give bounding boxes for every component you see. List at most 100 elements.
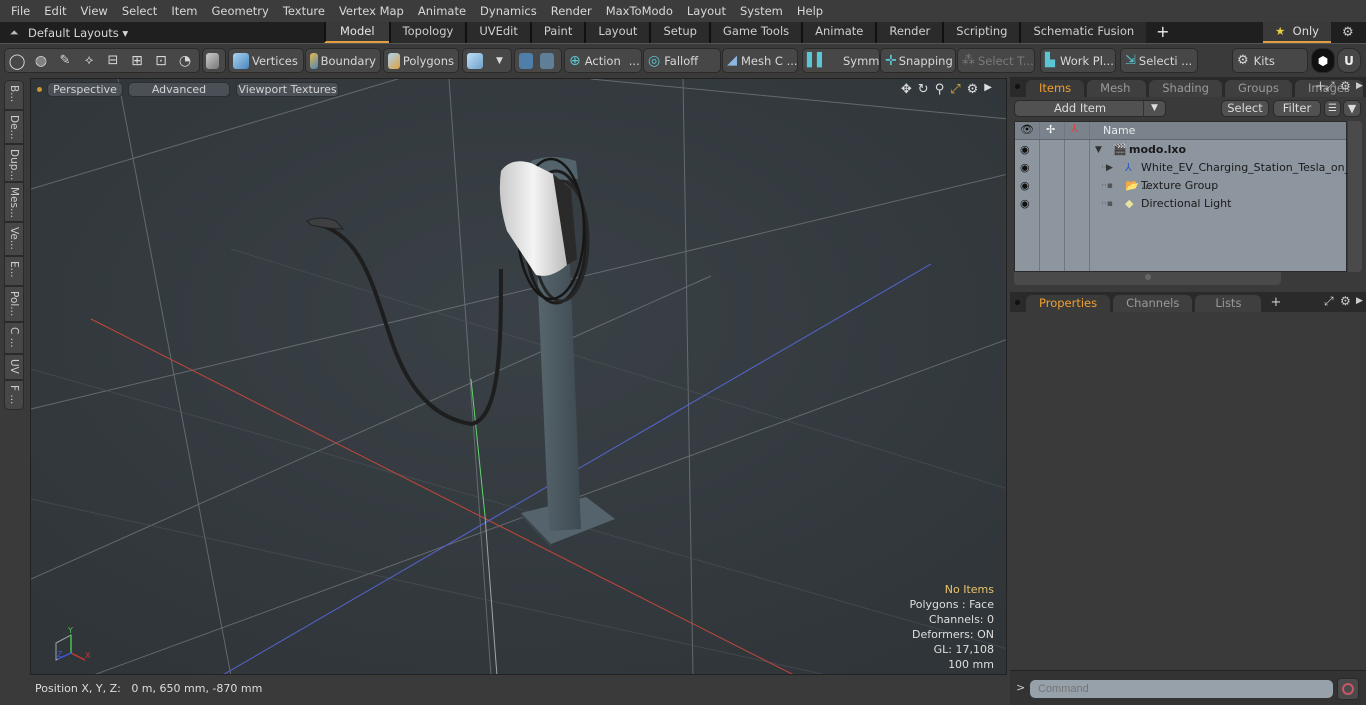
move-icon[interactable]: ✥ — [901, 82, 912, 97]
arrow-right-icon[interactable]: ▶ — [984, 82, 992, 97]
tree-expander[interactable]: ▶ — [1106, 159, 1113, 177]
left-tab-polygon[interactable]: Pol... — [4, 286, 24, 322]
menu-maxtomodo[interactable]: MaxToModo — [599, 0, 680, 22]
tab-properties[interactable]: Properties — [1026, 295, 1111, 312]
menu-help[interactable]: Help — [790, 0, 830, 22]
eye-icon[interactable]: ◉ — [1020, 141, 1034, 159]
uv-cross-icon[interactable]: ⊞ — [125, 53, 149, 69]
visibility-column[interactable]: 👁 — [1015, 122, 1040, 139]
left-tab-edge[interactable]: E... — [4, 256, 24, 286]
menu-texture[interactable]: Texture — [276, 0, 332, 22]
item-mode-dropdown[interactable]: ▼ — [462, 48, 512, 73]
tab-render[interactable]: Render — [875, 22, 943, 43]
gear-icon[interactable]: ⚙ — [1340, 294, 1351, 308]
tree-row-texture-group[interactable]: ◉ ··▪ 📂 Texture Group — [1015, 177, 1346, 195]
menu-dynamics[interactable]: Dynamics — [473, 0, 544, 22]
action-center-button[interactable]: ⊕ Action... — [564, 48, 642, 73]
funnel-filter-icon[interactable]: ▼ — [1343, 100, 1361, 117]
tab-topology[interactable]: Topology — [388, 22, 466, 43]
record-button[interactable] — [1337, 678, 1359, 700]
tree-row-scene[interactable]: ◉ ▼ 🎬 modo.lxo — [1015, 141, 1346, 159]
filter-button[interactable]: Filter — [1273, 100, 1321, 117]
left-tab-deform[interactable]: De... — [4, 110, 24, 144]
tree-vertical-scrollbar[interactable] — [1348, 121, 1362, 272]
menu-layout[interactable]: Layout — [680, 0, 733, 22]
tab-game-tools[interactable]: Game Tools — [708, 22, 802, 43]
boundary-button[interactable]: Boundary — [305, 48, 381, 73]
left-tab-duplicate[interactable]: Dup... — [4, 144, 24, 182]
menu-view[interactable]: View — [74, 0, 115, 22]
menu-render[interactable]: Render — [544, 0, 599, 22]
tree-row-mesh[interactable]: ◉ ··· ▶ ⅄ White_EV_Charging_Station_Tesl… — [1015, 159, 1350, 192]
menu-animate[interactable]: Animate — [411, 0, 473, 22]
lock-column[interactable]: ✢ — [1040, 122, 1065, 139]
symmetry-button[interactable]: ▌▌ Symm ... — [802, 48, 880, 73]
add-item-button[interactable]: Add Item ▼ — [1014, 100, 1166, 117]
select-through-button[interactable]: ⁂ Select T... — [957, 48, 1035, 73]
viewport-textures-button[interactable]: Viewport Textures — [236, 82, 339, 97]
gear-icon[interactable]: ⚙ — [967, 82, 979, 97]
left-tab-basic[interactable]: B... — [4, 80, 24, 110]
rotate-icon[interactable]: ↻ — [918, 82, 929, 97]
tab-model[interactable]: Model — [324, 22, 389, 43]
3d-viewport[interactable]: Y X Z Perspective Advanced Viewport Text… — [30, 78, 1007, 675]
eye-icon[interactable]: ◉ — [1020, 195, 1034, 213]
select-button[interactable]: Select — [1221, 100, 1269, 117]
zoom-icon[interactable]: ⚲ — [935, 82, 945, 97]
collapse-up-icon[interactable]: ⏶ — [0, 26, 28, 40]
perspective-button[interactable]: Perspective — [47, 82, 123, 97]
align-icon[interactable]: ⊟ — [101, 53, 125, 68]
advanced-button[interactable]: Advanced — [128, 82, 230, 97]
tab-animate[interactable]: Animate — [801, 22, 876, 43]
unreal-button[interactable]: U — [1337, 48, 1361, 73]
add-tab-button[interactable]: + — [1270, 294, 1281, 312]
menu-system[interactable]: System — [733, 0, 790, 22]
frame-icon[interactable]: ⊡ — [149, 53, 173, 69]
name-column-header[interactable]: Name — [1103, 124, 1135, 137]
type-column[interactable]: ⅄ — [1065, 122, 1090, 139]
center-icon[interactable] — [519, 52, 533, 69]
shaded-cube-button[interactable] — [202, 48, 226, 73]
falloff-button[interactable]: ◎ Falloff — [643, 48, 721, 73]
pen-icon[interactable]: ✎ — [53, 53, 77, 68]
tree-horizontal-scrollbar[interactable] — [1014, 272, 1281, 285]
eye-icon[interactable]: ◉ — [1020, 177, 1034, 195]
menu-file[interactable]: File — [4, 0, 37, 22]
command-input[interactable] — [1030, 680, 1333, 698]
scroll-handle[interactable] — [1145, 274, 1151, 280]
tab-items[interactable]: Items — [1026, 80, 1085, 97]
tab-channels[interactable]: Channels — [1113, 295, 1193, 312]
menu-geometry[interactable]: Geometry — [205, 0, 276, 22]
left-tab-vertex[interactable]: Ve... — [4, 222, 24, 256]
tree-expander[interactable]: ▼ — [1095, 141, 1102, 159]
eye-icon[interactable]: ◉ — [1020, 159, 1034, 177]
globe-icon[interactable]: ◍ — [29, 53, 53, 69]
left-tab-mesh-edit[interactable]: Mes... — [4, 182, 24, 222]
maximize-icon[interactable]: ⤢ — [950, 82, 960, 97]
expand-icon[interactable]: ⤢ — [1324, 294, 1334, 309]
only-toggle[interactable]: ★ Only — [1263, 22, 1331, 43]
tab-setup[interactable]: Setup — [649, 22, 709, 43]
clock-icon[interactable]: ◔ — [173, 53, 197, 69]
tab-mesh[interactable]: Mesh ... — [1087, 80, 1147, 112]
menu-edit[interactable]: Edit — [37, 0, 73, 22]
gear-icon[interactable]: ⚙ — [1342, 22, 1354, 43]
tab-shading[interactable]: Shading — [1149, 80, 1222, 97]
tree-row-directional-light[interactable]: ◉ ··▪ ◆ Directional Light — [1015, 195, 1346, 213]
left-tab-fusion[interactable]: F ... — [4, 380, 24, 410]
vertices-button[interactable]: Vertices — [228, 48, 304, 73]
lasso-icon[interactable]: ⟡ — [77, 53, 101, 68]
menu-vertex-map[interactable]: Vertex Map — [332, 0, 411, 22]
chevron-down-icon[interactable]: ▼ — [1143, 101, 1165, 116]
kits-button[interactable]: ⚙ Kits — [1232, 48, 1308, 73]
gear-icon[interactable]: ⚙ — [1340, 79, 1351, 93]
arrow-right-icon[interactable]: ▶ — [1356, 81, 1363, 91]
tab-scripting[interactable]: Scripting — [942, 22, 1020, 43]
left-tab-curve[interactable]: C ... — [4, 322, 24, 354]
selection-sets-button[interactable]: ⇲ Selecti ... — [1120, 48, 1198, 73]
menu-select[interactable]: Select — [115, 0, 164, 22]
tab-lists[interactable]: Lists — [1195, 295, 1262, 312]
viewport-status-dot[interactable] — [37, 87, 42, 92]
expand-icon[interactable]: ⤢ — [1325, 79, 1335, 94]
tab-schematic-fusion[interactable]: Schematic Fusion — [1019, 22, 1147, 43]
